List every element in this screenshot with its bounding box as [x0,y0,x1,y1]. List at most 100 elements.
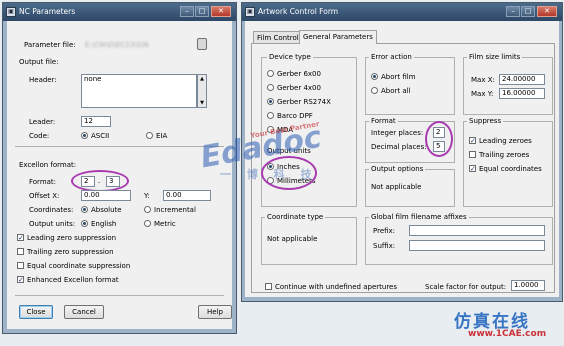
scroll-down-icon[interactable]: ▼ [198,99,206,107]
prefix-label: Prefix: [373,227,396,235]
tab-film-control[interactable]: Film Control [253,31,303,43]
output-units-label: Output units: [29,220,76,228]
scale-factor-input[interactable]: 1.0000 [511,280,545,291]
maxy-label: Max Y: [471,90,494,98]
coord-absolute-label: Absolute [91,206,122,214]
suppress-leading-label: Leading zeroes [479,137,532,145]
edadoc-cn-watermark: 一 博 科 技 [220,168,318,181]
suppress-leading-checkbox[interactable]: ✓ [469,137,476,145]
output-file-label: Output file: [19,58,59,66]
suppress-equal-checkbox[interactable]: ✓ [469,165,476,173]
device-gerber6x00-label: Gerber 6x00 [277,70,321,78]
device-type-label: Device type [267,53,313,61]
maximize-button[interactable]: □ [521,6,535,17]
leading-zero-checkbox[interactable]: ✓ [17,234,24,242]
code-ascii-radio[interactable] [81,132,88,139]
close-window-button[interactable]: ✕ [537,6,557,17]
tab-general-parameters[interactable]: General Parameters [299,30,377,44]
artwork-title: Artwork Control Form [258,7,339,16]
prefix-input[interactable] [409,225,545,236]
suppress-label: Suppress [467,117,504,125]
format-label: Format [369,117,398,125]
code-ascii-label: ASCII [91,132,110,140]
close-window-button[interactable]: ✕ [211,6,231,17]
maxx-input[interactable]: 24.00000 [499,74,545,85]
nc-client: Parameter file: E:\CW\D\EC23\S\N Output … [7,21,232,329]
error-action-group [365,57,455,115]
units-metric-radio[interactable] [144,220,151,227]
coord-type-value: Not applicable [267,235,318,243]
close-button[interactable]: Close [19,305,53,319]
code-eia-label: EIA [156,132,168,140]
cancel-button[interactable]: Cancel [64,305,104,319]
continue-undefined-label: Continue with undefined apertures [275,283,397,291]
affixes-label: Global film filename affixes [369,213,469,221]
maximize-button[interactable]: □ [195,6,209,17]
output-options-value: Not applicable [371,183,422,191]
integer-places-label: Integer places: [371,129,424,137]
device-barco-label: Barco DPF [277,112,313,120]
section-divider [15,146,224,147]
units-english-label: English [91,220,117,228]
parameter-file-label: Parameter file: [24,41,76,49]
enhanced-excellon-label: Enhanced Excellon format [27,276,119,284]
offsety-input[interactable]: 0.00 [163,190,211,201]
header-scrollbar[interactable]: ▲ ▼ [197,74,207,108]
film-size-label: Film size limits [467,53,523,61]
suppress-equal-label: Equal coordinates [479,165,542,173]
nc-title: NC Parameters [19,7,76,16]
cae-url-text: www.1CAE.com [468,329,547,339]
minimize-button[interactable]: – [506,6,520,17]
format-label: Format: [29,178,57,186]
units-english-radio[interactable] [81,220,88,227]
help-button[interactable]: Help [198,305,232,319]
suppress-trailing-label: Trailing zeroes [479,151,530,159]
device-gerber4x00-radio[interactable] [267,84,274,91]
device-gerber6x00-radio[interactable] [267,70,274,77]
parameter-file-browse-button[interactable] [197,38,207,50]
decimal-places-label: Decimal places: [371,143,427,151]
device-gerber4x00-label: Gerber 4x00 [277,84,321,92]
coordinates-label: Coordinates: [29,206,74,214]
suffix-input[interactable] [409,240,545,251]
header-textarea[interactable]: none [81,74,197,108]
abort-all-radio[interactable] [371,87,378,94]
suppress-trailing-checkbox[interactable] [469,151,476,158]
app-icon: ▣ [245,7,255,17]
trailing-zero-checkbox[interactable] [17,248,24,255]
offsety-label: Y: [144,192,150,200]
enhanced-excellon-checkbox[interactable]: ✓ [17,276,24,284]
device-barco-radio[interactable] [267,112,274,119]
units-metric-label: Metric [154,220,176,228]
suffix-label: Suffix: [373,242,396,250]
output-options-label: Output options [369,165,426,173]
format-highlight-ellipse [71,170,129,192]
equal-coord-checkbox[interactable] [17,262,24,269]
minimize-button[interactable]: – [180,6,194,17]
code-eia-radio[interactable] [146,132,153,139]
abort-all-label: Abort all [381,87,411,95]
device-rs274x-label: Gerber RS274X [277,98,331,106]
coord-absolute-radio[interactable] [81,206,88,213]
maxx-label: Max X: [471,76,495,84]
continue-undefined-checkbox[interactable] [265,283,272,290]
nc-titlebar[interactable]: ▣ NC Parameters – □ ✕ [3,3,236,21]
maxy-input[interactable]: 16.00000 [499,88,545,99]
suppress-group [463,121,553,207]
trailing-zero-label: Trailing zero suppression [27,248,114,256]
coord-type-label: Coordinate type [265,213,326,221]
abort-film-radio[interactable] [371,73,378,80]
equal-coord-label: Equal coordinate suppression [27,262,131,270]
abort-film-label: Abort film [381,73,416,81]
artwork-titlebar[interactable]: ▣ Artwork Control Form – □ ✕ [242,3,562,21]
leader-label: Leader: [29,118,56,126]
coord-incremental-radio[interactable] [144,206,151,213]
offsetx-input[interactable]: 0.00 [81,190,131,201]
error-action-label: Error action [369,53,414,61]
leader-input[interactable]: 12 [81,116,111,127]
device-rs274x-radio[interactable] [267,98,274,105]
leading-zero-label: Leading zero suppression [27,234,117,242]
scroll-up-icon[interactable]: ▲ [198,75,206,83]
coord-incremental-label: Incremental [154,206,196,214]
film-size-group [463,57,553,115]
